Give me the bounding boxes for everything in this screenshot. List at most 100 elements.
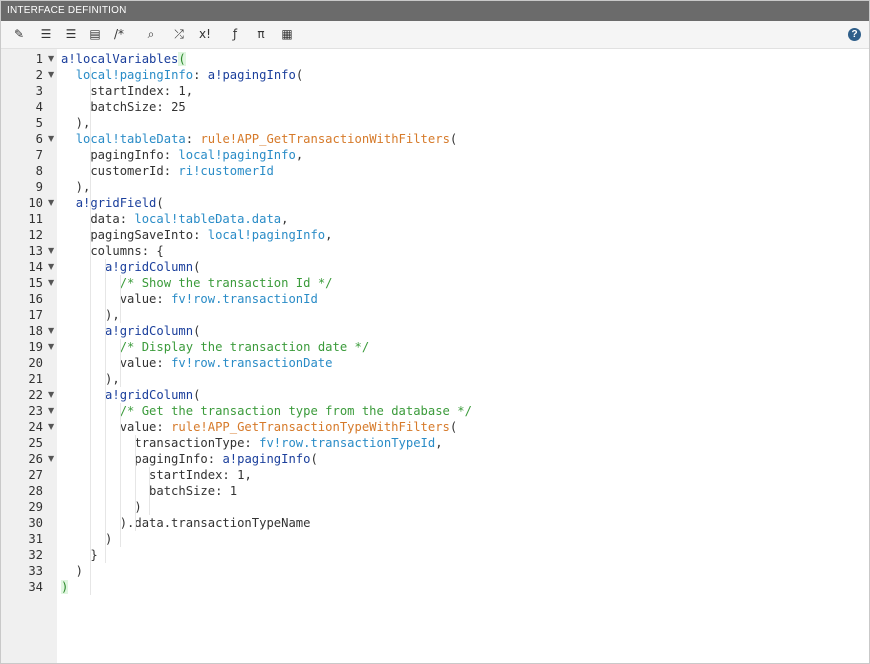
code-line[interactable]: pagingInfo: a!pagingInfo( bbox=[61, 451, 317, 467]
code-editor[interactable]: a!localVariables( local!pagingInfo: a!pa… bbox=[57, 49, 869, 663]
code-line[interactable]: /* Get the transaction type from the dat… bbox=[61, 403, 472, 419]
code-token: /* Display the transaction date */ bbox=[119, 340, 370, 354]
fold-toggle-icon[interactable]: ▼ bbox=[48, 259, 54, 275]
fold-toggle-icon[interactable]: ▼ bbox=[48, 195, 54, 211]
code-line[interactable]: columns: { bbox=[61, 243, 163, 259]
code-token: local!pagingInfo bbox=[75, 68, 194, 82]
code-token: ), bbox=[61, 116, 91, 130]
code-line[interactable]: a!localVariables( bbox=[61, 51, 186, 67]
code-line[interactable]: ).data.transactionTypeName bbox=[61, 515, 311, 531]
editor-toolbar: ? ✎ ☰ ☰ ▤/* ⌕ ⤮ x! ƒ π ▦ bbox=[1, 21, 869, 49]
code-token: data: bbox=[61, 212, 135, 226]
code-token: ( bbox=[449, 132, 458, 146]
fold-toggle-icon[interactable]: ▼ bbox=[48, 419, 54, 435]
fold-toggle-icon[interactable]: ▼ bbox=[48, 451, 54, 467]
format-icon[interactable]: ▤ bbox=[85, 25, 105, 43]
code-line[interactable]: ), bbox=[61, 115, 91, 131]
line-number: 10 bbox=[28, 196, 43, 210]
fold-toggle-icon[interactable]: ▼ bbox=[48, 131, 54, 147]
code-token: fv!row.transactionId bbox=[171, 292, 318, 306]
line-number: 8 bbox=[35, 164, 43, 178]
indent-guide bbox=[134, 435, 136, 531]
line-number: 33 bbox=[28, 564, 43, 578]
code-token: ) bbox=[61, 500, 142, 514]
comment-icon[interactable]: /* bbox=[109, 25, 129, 43]
line-number: 3 bbox=[35, 84, 43, 98]
indent-icon[interactable]: ☰ bbox=[36, 25, 56, 43]
indent-guide bbox=[90, 211, 92, 579]
code-token: value: bbox=[61, 292, 172, 306]
code-line[interactable]: ) bbox=[61, 499, 142, 515]
code-token: a!gridColumn bbox=[105, 324, 194, 338]
code-line[interactable]: startIndex: 1, bbox=[61, 83, 193, 99]
fold-toggle-icon[interactable]: ▼ bbox=[48, 275, 54, 291]
line-number: 22 bbox=[28, 388, 43, 402]
line-number: 2 bbox=[35, 68, 43, 82]
fold-toggle-icon[interactable]: ▼ bbox=[48, 339, 54, 355]
code-line[interactable]: /* Display the transaction date */ bbox=[61, 339, 369, 355]
document-icon[interactable]: ▦ bbox=[277, 25, 297, 43]
line-number: 32 bbox=[28, 548, 43, 562]
fold-toggle-icon[interactable]: ▼ bbox=[48, 387, 54, 403]
code-line[interactable]: a!gridColumn( bbox=[61, 259, 200, 275]
function-icon[interactable]: ƒ bbox=[225, 25, 245, 43]
code-line[interactable]: } bbox=[61, 547, 97, 563]
fold-toggle-icon[interactable]: ▼ bbox=[48, 243, 54, 259]
code-line[interactable]: local!pagingInfo: a!pagingInfo( bbox=[61, 67, 304, 83]
code-line[interactable]: a!gridField( bbox=[61, 195, 164, 211]
line-number: 6 bbox=[35, 132, 43, 146]
code-token: rule!APP_GetTransactionTypeWithFilters bbox=[171, 420, 450, 434]
line-number: 26 bbox=[28, 452, 43, 466]
code-token: 25 bbox=[171, 100, 186, 114]
code-line[interactable]: a!gridColumn( bbox=[61, 387, 200, 403]
code-line[interactable]: customerId: ri!customerId bbox=[61, 163, 273, 179]
indent-guide bbox=[119, 275, 121, 323]
shuffle-icon[interactable]: ⤮ bbox=[169, 25, 189, 43]
line-number: 23 bbox=[28, 404, 43, 418]
line-number: 1 bbox=[35, 52, 43, 66]
code-line[interactable]: transactionType: fv!row.transactionTypeI… bbox=[61, 435, 442, 451]
edit-icon[interactable]: ✎ bbox=[9, 25, 29, 43]
code-line[interactable]: a!gridColumn( bbox=[61, 323, 200, 339]
code-line[interactable]: /* Show the transaction Id */ bbox=[61, 275, 333, 291]
line-number: 30 bbox=[28, 516, 43, 530]
help-icon[interactable]: ? bbox=[848, 28, 861, 41]
indent-guide bbox=[119, 403, 121, 547]
fold-toggle-icon[interactable]: ▼ bbox=[48, 323, 54, 339]
code-token: a!pagingInfo bbox=[207, 68, 296, 82]
code-line[interactable]: ), bbox=[61, 179, 91, 195]
code-token: , bbox=[185, 84, 194, 98]
panel-title: INTERFACE DEFINITION bbox=[7, 5, 127, 16]
code-token: a!gridColumn bbox=[105, 388, 194, 402]
fold-toggle-icon[interactable]: ▼ bbox=[48, 403, 54, 419]
code-token: startIndex: bbox=[61, 84, 179, 98]
code-line[interactable]: local!tableData: rule!APP_GetTransaction… bbox=[61, 131, 458, 147]
search-icon[interactable]: ⌕ bbox=[141, 25, 161, 43]
code-line[interactable]: pagingInfo: local!pagingInfo, bbox=[61, 147, 303, 163]
indent-guide bbox=[90, 83, 92, 131]
indent-guide bbox=[119, 339, 121, 387]
indent-guide bbox=[90, 147, 92, 195]
line-number: 29 bbox=[28, 500, 43, 514]
code-token: pagingSaveInto: bbox=[61, 228, 208, 242]
code-line[interactable]: value: fv!row.transactionId bbox=[61, 291, 318, 307]
line-number: 18 bbox=[28, 324, 43, 338]
code-line[interactable]: pagingSaveInto: local!pagingInfo, bbox=[61, 227, 332, 243]
expression-icon[interactable]: x! bbox=[195, 25, 215, 43]
code-line[interactable]: ) bbox=[61, 563, 83, 579]
fold-toggle-icon[interactable]: ▼ bbox=[48, 51, 54, 67]
fold-toggle-icon[interactable]: ▼ bbox=[48, 67, 54, 83]
code-line[interactable]: ) bbox=[61, 579, 69, 595]
outdent-icon[interactable]: ☰ bbox=[61, 25, 81, 43]
line-number: 21 bbox=[28, 372, 43, 386]
code-line[interactable]: batchSize: 25 bbox=[61, 99, 186, 115]
code-token: ) bbox=[61, 564, 84, 578]
pi-icon[interactable]: π bbox=[251, 25, 271, 43]
code-line[interactable]: value: fv!row.transactionDate bbox=[61, 355, 333, 371]
line-number: 15 bbox=[28, 276, 43, 290]
code-line[interactable]: data: local!tableData.data, bbox=[61, 211, 288, 227]
